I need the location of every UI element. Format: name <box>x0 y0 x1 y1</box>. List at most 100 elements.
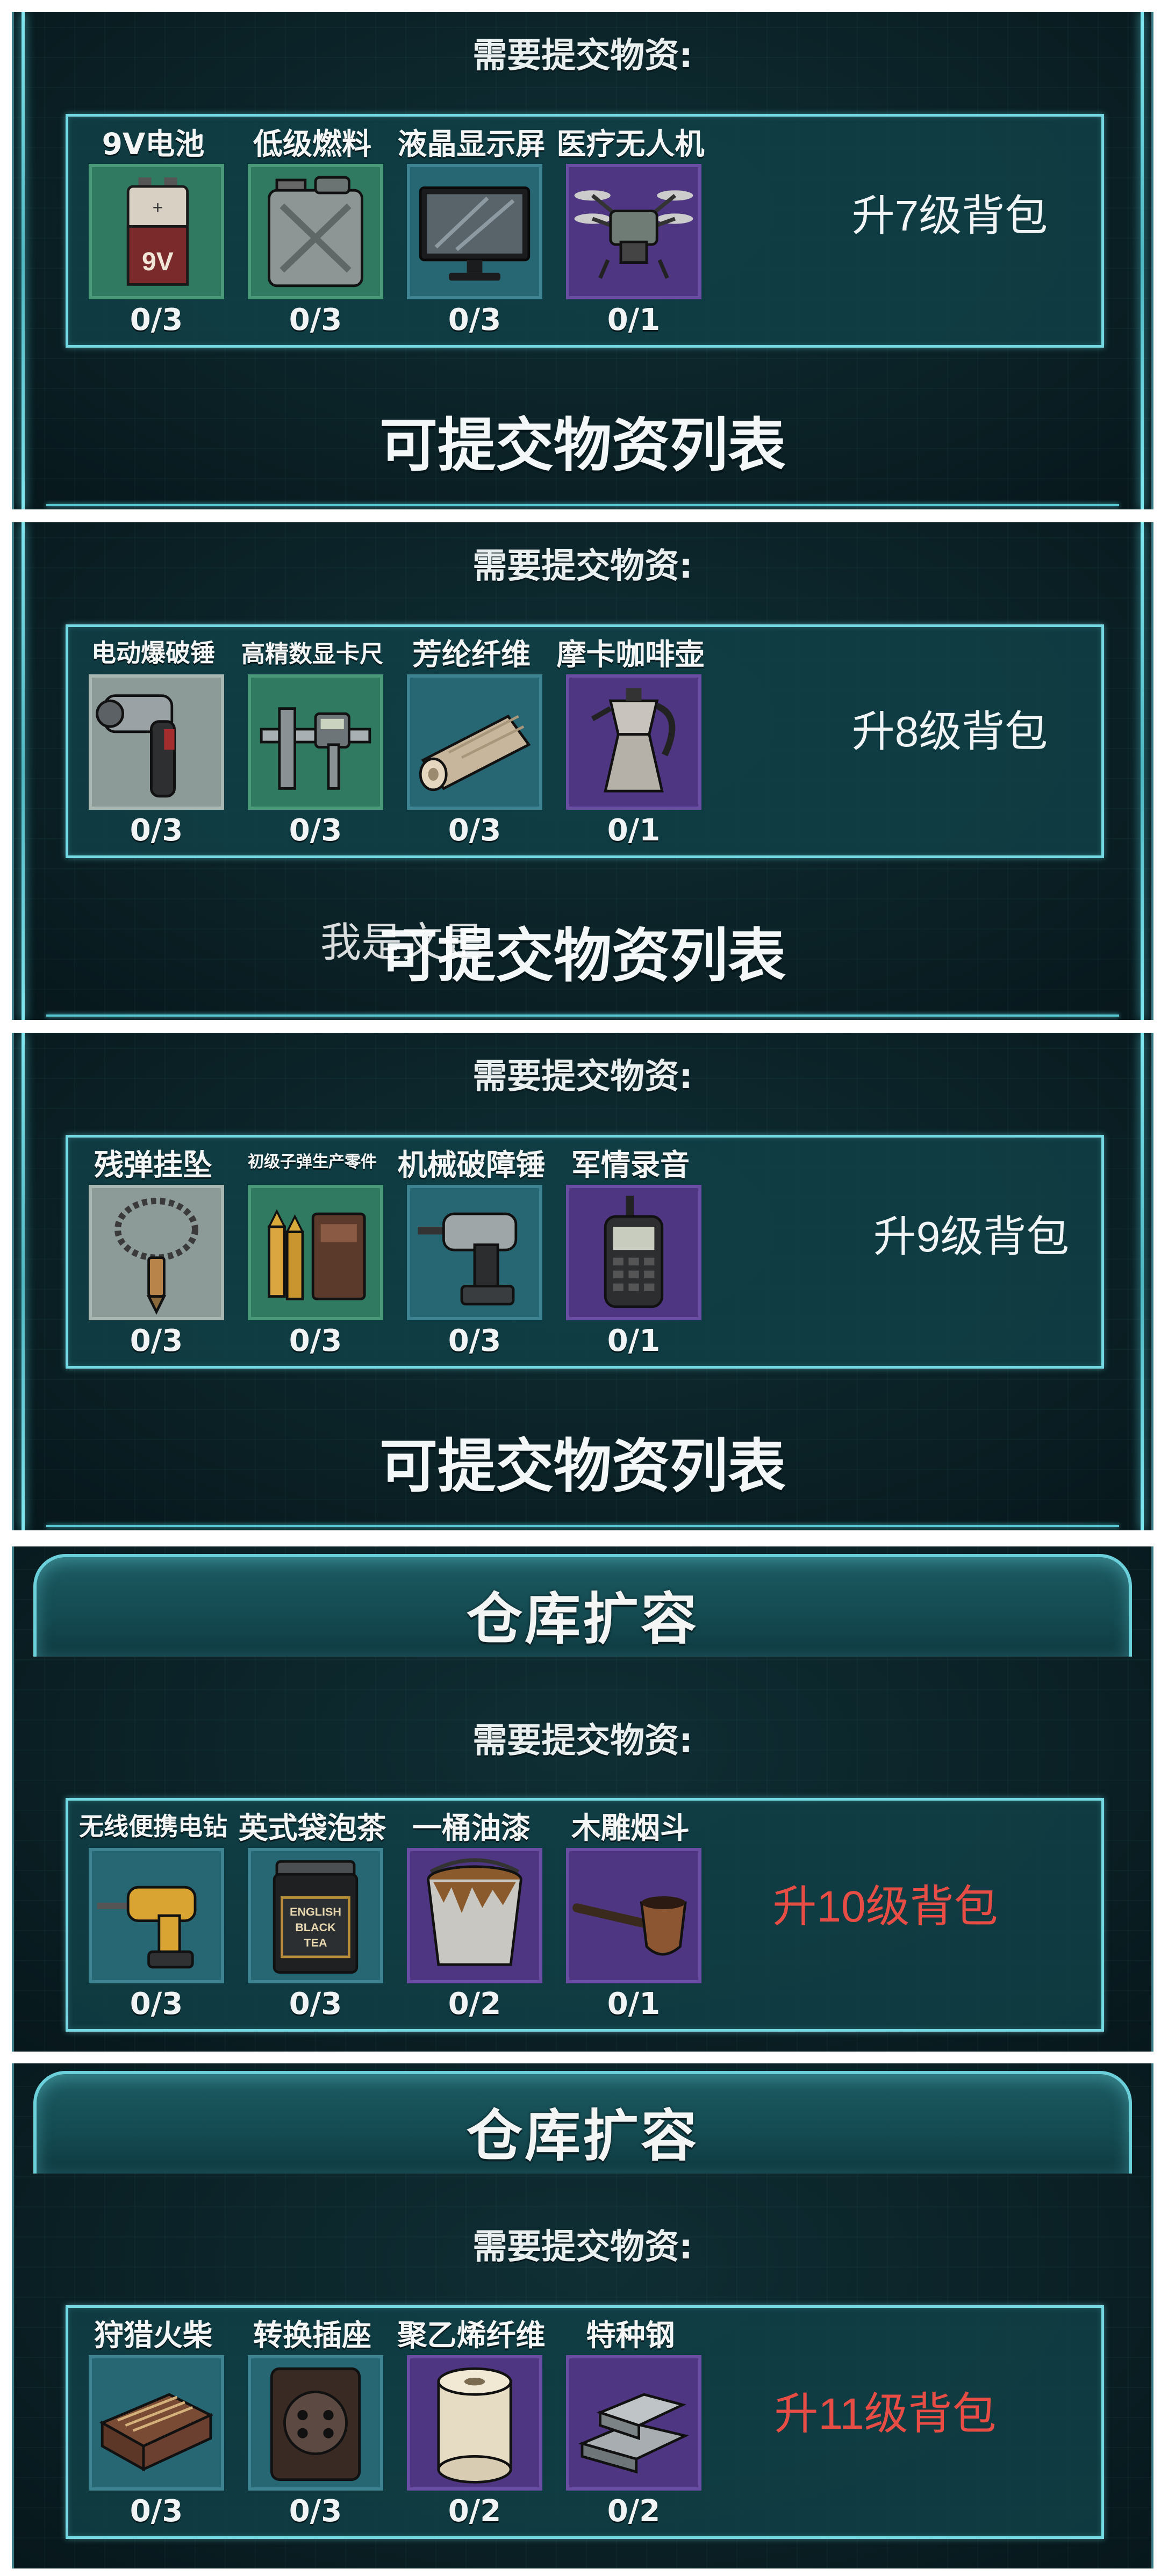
item-card[interactable]: 摩卡咖啡壶 0/1 <box>551 627 710 855</box>
upgrade-label: 升9级背包 <box>873 1213 1070 1261</box>
lcd-monitor-icon <box>407 164 542 299</box>
item-name: 芳纶纤维 <box>412 637 531 672</box>
submittable-list-title[interactable]: 可提交物资列表 <box>14 1420 1151 1503</box>
item-card[interactable]: 英式袋泡茶 ENGLISH BLACK TEA 0/3 <box>233 1801 392 2029</box>
item-count: 0/3 <box>130 2494 183 2529</box>
item-card[interactable]: 液晶显示屏 0/3 <box>392 117 551 345</box>
aramid-fiber-roll-icon <box>407 674 542 810</box>
required-items-box: 狩猎火柴 0/3 转换插座 0/3 聚乙烯纤维 0/2 特种钢 0/2 升11级… <box>66 2305 1104 2539</box>
item-count: 0/1 <box>607 1323 661 1358</box>
item-card[interactable]: 初级子弹生产零件 0/3 <box>233 1138 392 1366</box>
item-name: 狩猎火柴 <box>94 2318 212 2352</box>
battery-9v-icon: 9V + <box>89 164 224 299</box>
upgrade-label: 升7级背包 <box>851 192 1048 240</box>
submittable-list-title[interactable]: 可提交物资列表 <box>14 399 1151 483</box>
item-count: 0/3 <box>289 1987 342 2021</box>
fiber-spool-icon <box>407 2355 542 2491</box>
need-label: 需要提交物资: <box>472 36 693 76</box>
item-name: 机械破障锤 <box>397 1148 546 1182</box>
item-card[interactable]: 机械破障锤 0/3 <box>392 1138 551 1366</box>
cordless-drill-icon <box>89 1848 224 1983</box>
item-card[interactable]: 电动爆破锤 0/3 <box>74 627 233 855</box>
item-name: 一桶油漆 <box>412 1811 531 1845</box>
item-name: 摩卡咖啡壶 <box>556 637 705 672</box>
steel-ingot-icon <box>566 2355 701 2491</box>
list-divider <box>46 1014 1119 1017</box>
item-card[interactable]: 无线便携电钻 0/3 <box>74 1801 233 2029</box>
item-count: 0/2 <box>448 2494 501 2529</box>
item-name: 无线便携电钻 <box>79 1812 227 1841</box>
warehouse-panel-11: 仓库扩容 需要提交物资: 狩猎火柴 0/3 转换插座 0/3 聚乙烯纤维 0/2… <box>12 2063 1153 2568</box>
item-count: 0/2 <box>607 2494 661 2529</box>
item-card[interactable]: 芳纶纤维 0/3 <box>392 627 551 855</box>
item-name: 转换插座 <box>253 2318 371 2352</box>
item-count: 0/2 <box>448 1987 501 2021</box>
item-count: 0/1 <box>607 813 661 848</box>
tea-tin-icon: ENGLISH BLACK TEA <box>248 1848 383 1983</box>
radio-recorder-icon <box>566 1185 701 1320</box>
header-bar: 仓库扩容 <box>33 1554 1132 1657</box>
required-items-box: 残弹挂坠 0/3 初级子弹生产零件 0/3 机械破障锤 0/3 军情录音 0/1… <box>66 1135 1104 1369</box>
item-card[interactable]: 转换插座 0/3 <box>233 2308 392 2536</box>
item-count: 0/3 <box>289 303 342 337</box>
tea-text-1: ENGLISH <box>290 1905 341 1918</box>
demolition-hammer-icon <box>89 674 224 810</box>
bullet-parts-icon <box>248 1185 383 1320</box>
need-label: 需要提交物资: <box>472 1057 693 1097</box>
item-card[interactable]: 低级燃料 0/3 <box>233 117 392 345</box>
required-items-box: 无线便携电钻 0/3 英式袋泡茶 ENGLISH BLACK TEA 0/3 一… <box>66 1798 1104 2032</box>
digital-caliper-icon <box>248 674 383 810</box>
svg-text:9V: 9V <box>142 248 174 276</box>
item-name: 9V电池 <box>102 127 205 161</box>
item-card[interactable]: 狩猎火柴 0/3 <box>74 2308 233 2536</box>
need-label: 需要提交物资: <box>472 1721 693 1761</box>
item-count: 0/3 <box>130 303 183 337</box>
bullet-pendant-icon <box>89 1185 224 1320</box>
item-card[interactable]: 一桶油漆 0/2 <box>392 1801 551 2029</box>
item-name: 低级燃料 <box>253 127 371 161</box>
item-card[interactable]: 高精数显卡尺 0/3 <box>233 627 392 855</box>
item-count: 0/3 <box>448 1323 501 1358</box>
item-card[interactable]: 军情录音 0/1 <box>551 1138 710 1366</box>
item-card[interactable]: 医疗无人机 0/1 <box>551 117 710 345</box>
upgrade-label: 升8级背包 <box>851 708 1048 755</box>
item-card[interactable]: 木雕烟斗 0/1 <box>551 1801 710 2029</box>
item-name: 军情录音 <box>571 1148 690 1182</box>
submittable-list-title[interactable]: 可提交物资列表 <box>14 909 1151 993</box>
list-divider <box>46 1525 1119 1527</box>
tea-text-3: TEA <box>304 1936 327 1949</box>
power-drill-icon <box>407 1185 542 1320</box>
item-count: 0/3 <box>130 813 183 848</box>
svg-text:+: + <box>153 198 163 218</box>
upgrade-label: 升11级背包 <box>774 2390 997 2438</box>
item-count: 0/3 <box>289 2494 342 2529</box>
item-count: 0/3 <box>448 813 501 848</box>
item-name: 英式袋泡茶 <box>238 1811 386 1845</box>
item-count: 0/3 <box>448 303 501 337</box>
tea-text-2: BLACK <box>295 1920 336 1934</box>
item-count: 0/1 <box>607 303 661 337</box>
item-name: 聚乙烯纤维 <box>397 2318 546 2352</box>
paint-bucket-icon <box>407 1848 542 1983</box>
header-bar: 仓库扩容 <box>33 2071 1132 2174</box>
item-name: 残弹挂坠 <box>94 1148 212 1182</box>
item-name: 高精数显卡尺 <box>241 641 383 668</box>
item-name: 初级子弹生产零件 <box>248 1153 377 1171</box>
required-items-box: 电动爆破锤 0/3 高精数显卡尺 0/3 芳纶纤维 0/3 摩卡咖啡壶 0/1 … <box>66 624 1104 858</box>
item-card[interactable]: 残弹挂坠 0/3 <box>74 1138 233 1366</box>
item-name: 医疗无人机 <box>556 127 705 161</box>
item-card[interactable]: 9V电池 9V + 0/3 <box>74 117 233 345</box>
item-count: 0/1 <box>607 1987 661 2021</box>
watermark-text: 我是文是 <box>320 920 484 966</box>
fuel-can-icon <box>248 164 383 299</box>
list-divider <box>46 504 1119 506</box>
need-label: 需要提交物资: <box>472 2227 693 2267</box>
item-card[interactable]: 聚乙烯纤维 0/2 <box>392 2308 551 2536</box>
medical-drone-icon <box>566 164 701 299</box>
item-card[interactable]: 特种钢 0/2 <box>551 2308 710 2536</box>
item-count: 0/3 <box>289 1323 342 1358</box>
required-items-box: 9V电池 9V + 0/3 低级燃料 0/3 液晶显示屏 0/3 医疗无人机 0… <box>66 114 1104 348</box>
upgrade-label: 升10级背包 <box>772 1882 998 1931</box>
item-count: 0/3 <box>130 1987 183 2021</box>
power-socket-icon <box>248 2355 383 2491</box>
